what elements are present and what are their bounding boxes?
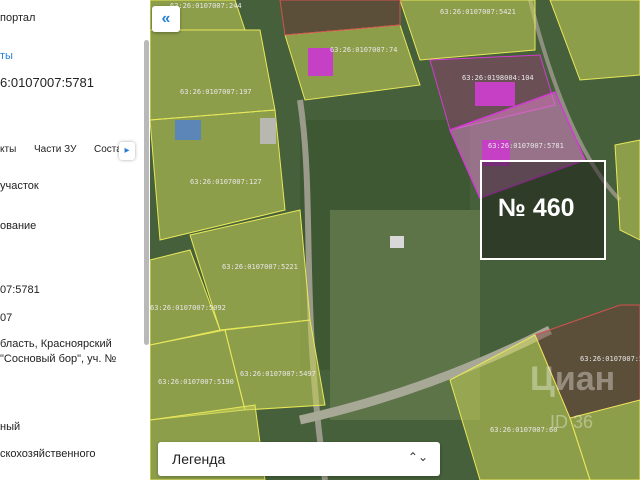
field-type: участок <box>0 180 39 192</box>
parcel-197[interactable] <box>150 29 276 121</box>
watermark-id: ID 36 <box>550 412 594 432</box>
cad-label-60: 63:26:0107007:60 <box>490 426 558 434</box>
address-line-1: бласть, Красноярский <box>0 338 112 350</box>
house <box>260 118 276 144</box>
watermark-logo: Циан <box>530 360 616 398</box>
cad-label-127: 63:26:0107007:127 <box>190 178 262 186</box>
objects-link[interactable]: ты <box>0 50 13 62</box>
cad-label-74: 63:26:0107007:74 <box>330 46 398 54</box>
field-category: скохозяйственного <box>0 448 96 460</box>
portal-label: портал <box>0 12 36 24</box>
collapse-sidebar-button[interactable]: « <box>152 6 180 32</box>
info-sidebar: портал ты 6:0107007:5781 кты Части ЗУ Со… <box>0 0 150 480</box>
tab-parts[interactable]: Части ЗУ <box>34 144 76 155</box>
cad-label-5221: 63:26:0107007:5221 <box>222 263 298 271</box>
cad-label-244: 63:26:0107007:244 <box>170 2 242 10</box>
parcel-number: № 460 <box>498 194 575 222</box>
shed <box>390 236 404 248</box>
cad-label-5092: 63:26:0107007:5092 <box>150 304 226 312</box>
cad-label-5781: 63:26:0107007:5781 <box>488 142 564 150</box>
cad-label-197: 63:26:0107007:197 <box>180 88 252 96</box>
field-status: ный <box>0 421 21 433</box>
tab-objects[interactable]: кты <box>0 144 16 155</box>
address-line-2: "Сосновый бор", уч. № <box>0 353 117 365</box>
field-quarter: 07 <box>0 312 13 324</box>
tabs-next-button[interactable]: ▸ <box>119 142 135 160</box>
legend-dropdown[interactable]: Легенда ⌃⌄ <box>158 442 440 476</box>
cad-label-5190: 63:26:0107007:5190 <box>158 378 234 386</box>
field-name: ование <box>0 220 37 232</box>
chevron-updown-icon: ⌃⌄ <box>407 450 428 464</box>
cad-label-5497: 63:26:0107007:5497 <box>240 370 316 378</box>
parcel-number-box: № 460 <box>480 160 606 260</box>
building-marker-2 <box>475 82 515 106</box>
sidebar-scrollbar[interactable] <box>144 40 149 345</box>
cad-number-title: 6:0107007:5781 <box>0 75 94 90</box>
cad-label-104: 63:26:0198004:104 <box>462 74 534 82</box>
field-cad: 07:5781 <box>0 284 40 296</box>
pool <box>175 120 201 140</box>
cad-label-5421: 63:26:0107007:5421 <box>440 8 516 16</box>
double-chevron-left-icon: « <box>161 10 171 27</box>
tab-composition[interactable]: Соста <box>94 144 122 155</box>
legend-label: Легенда <box>172 451 226 467</box>
